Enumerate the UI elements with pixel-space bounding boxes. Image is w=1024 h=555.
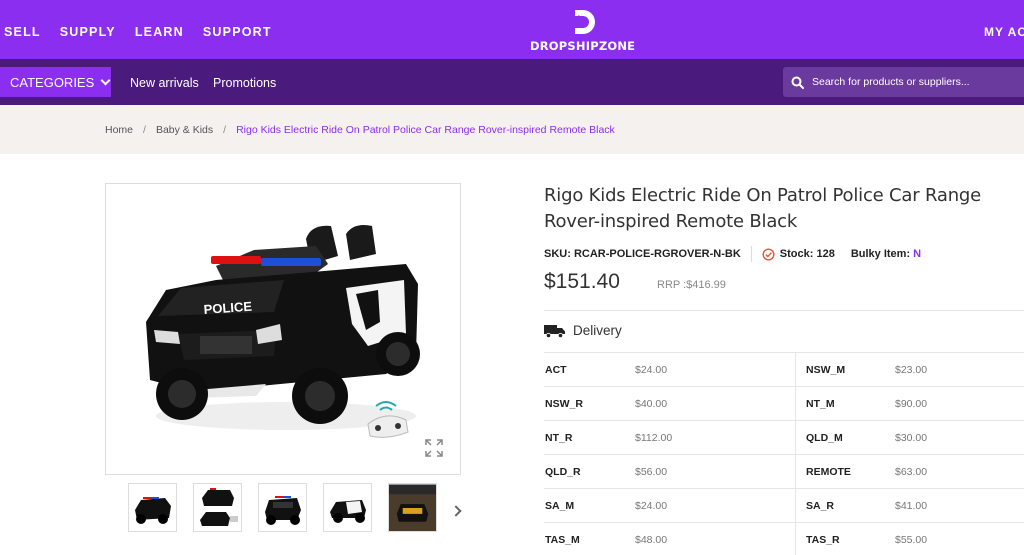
region-price: $63.00 [895,466,928,478]
product-car-image: POLICE [146,225,420,438]
product-main-image[interactable]: POLICE [105,183,461,475]
region-name: NSW_M [806,364,846,376]
thumbnail-strip [128,483,437,532]
region-price: $30.00 [895,432,928,444]
region-price: $41.00 [895,500,928,512]
main-nav-bar: CATEGORIES New arrivals Promotions [0,59,1024,105]
region-name: QLD_R [545,466,581,478]
breadcrumb-separator: / [223,124,227,136]
region-price: $24.00 [635,364,668,376]
region-name: NT_M [806,398,835,410]
table-row: TAS_M $48.00 TAS_R $55.00 [544,523,1024,555]
table-column-divider [795,353,796,555]
site-logo[interactable]: DROPSHIPZONE [530,6,636,56]
nav-learn-link[interactable]: LEARN [135,25,184,39]
logo-text: DROPSHIPZONE [530,39,636,53]
bulky-item-label: Bulky Item: [850,248,911,260]
divider [544,310,1024,311]
search-box [783,67,1024,97]
nav-sell-link[interactable]: SELL [4,25,41,39]
region-price: $55.00 [895,534,928,546]
logo-mark-icon [568,10,595,34]
truck-icon [544,324,565,338]
breadcrumb-baby-kids[interactable]: Baby & Kids [156,124,213,136]
top-nav: SELL SUPPLY LEARN SUPPORT [4,25,272,39]
bulky-item: Bulky Item: N [851,248,921,260]
region-price: $56.00 [635,466,668,478]
region-price: $24.00 [635,500,668,512]
thumbnail-3[interactable] [258,483,307,532]
region-name: REMOTE [806,466,851,478]
product-title: Rigo Kids Electric Ride On Patrol Police… [544,185,982,232]
thumbnail-2[interactable] [193,483,242,532]
region-price: $48.00 [635,534,668,546]
chevron-down-icon [100,75,111,86]
delivery-label: Delivery [573,323,622,338]
product-meta: SKU: RCAR-POLICE-RGROVER-N-BK Stock: 128… [544,246,921,262]
region-name: QLD_M [806,432,843,444]
region-name: SA_M [545,500,575,512]
thumbnail-4[interactable] [323,483,372,532]
new-arrivals-link[interactable]: New arrivals [130,76,199,90]
region-name: TAS_R [806,534,840,546]
region-name: TAS_M [545,534,580,546]
table-row: QLD_R $56.00 REMOTE $63.00 [544,455,1024,489]
region-price: $40.00 [635,398,668,410]
stock-info: Stock: 128 [762,247,835,261]
categories-button[interactable]: CATEGORIES [0,67,111,97]
region-name: ACT [545,364,567,376]
region-name: NSW_R [545,398,583,410]
region-price: $112.00 [635,432,673,444]
promotions-link[interactable]: Promotions [213,76,276,90]
delivery-rates-table: ACT $24.00 NSW_M $23.00 NSW_R $40.00 NT_… [544,353,1024,555]
thumbnail-next-chevron-icon[interactable] [450,505,462,517]
stock-count: Stock: 128 [779,248,835,260]
meta-divider [750,246,752,262]
bulky-item-value: N [913,248,922,260]
search-input[interactable] [812,76,1012,88]
delivery-heading: Delivery [544,323,622,338]
table-row: ACT $24.00 NSW_M $23.00 [544,353,1024,387]
breadcrumb-bar: Home / Baby & Kids / Rigo Kids Electric … [0,105,1024,154]
region-name: SA_R [806,500,835,512]
table-row: NT_R $112.00 QLD_M $30.00 [544,421,1024,455]
product-rrp: RRP :$416.99 [657,279,726,291]
top-header: SELL SUPPLY LEARN SUPPORT DROPSHIPZONE M… [0,0,1024,59]
table-row: SA_M $24.00 SA_R $41.00 [544,489,1024,523]
breadcrumb: Home / Baby & Kids / Rigo Kids Electric … [105,124,615,136]
region-price: $23.00 [895,364,928,376]
nav-supply-link[interactable]: SUPPLY [60,25,116,39]
my-account-link[interactable]: MY AC [984,25,1024,39]
stock-check-icon [762,247,775,261]
table-row: NSW_R $40.00 NT_M $90.00 [544,387,1024,421]
breadcrumb-current: Rigo Kids Electric Ride On Patrol Police… [236,124,615,136]
breadcrumb-separator: / [143,124,146,136]
thumbnail-1[interactable] [128,483,177,532]
region-price: $90.00 [895,398,928,410]
expand-icon[interactable] [424,438,444,458]
categories-label: CATEGORIES [10,74,95,90]
search-icon[interactable] [791,76,804,89]
nav-support-link[interactable]: SUPPORT [203,25,272,39]
product-sku: SKU: RCAR-POLICE-RGROVER-N-BK [544,248,741,260]
region-name: NT_R [545,432,573,444]
breadcrumb-home[interactable]: Home [105,124,133,136]
thumbnail-5[interactable] [388,483,437,532]
product-price: $151.40 [544,270,620,293]
